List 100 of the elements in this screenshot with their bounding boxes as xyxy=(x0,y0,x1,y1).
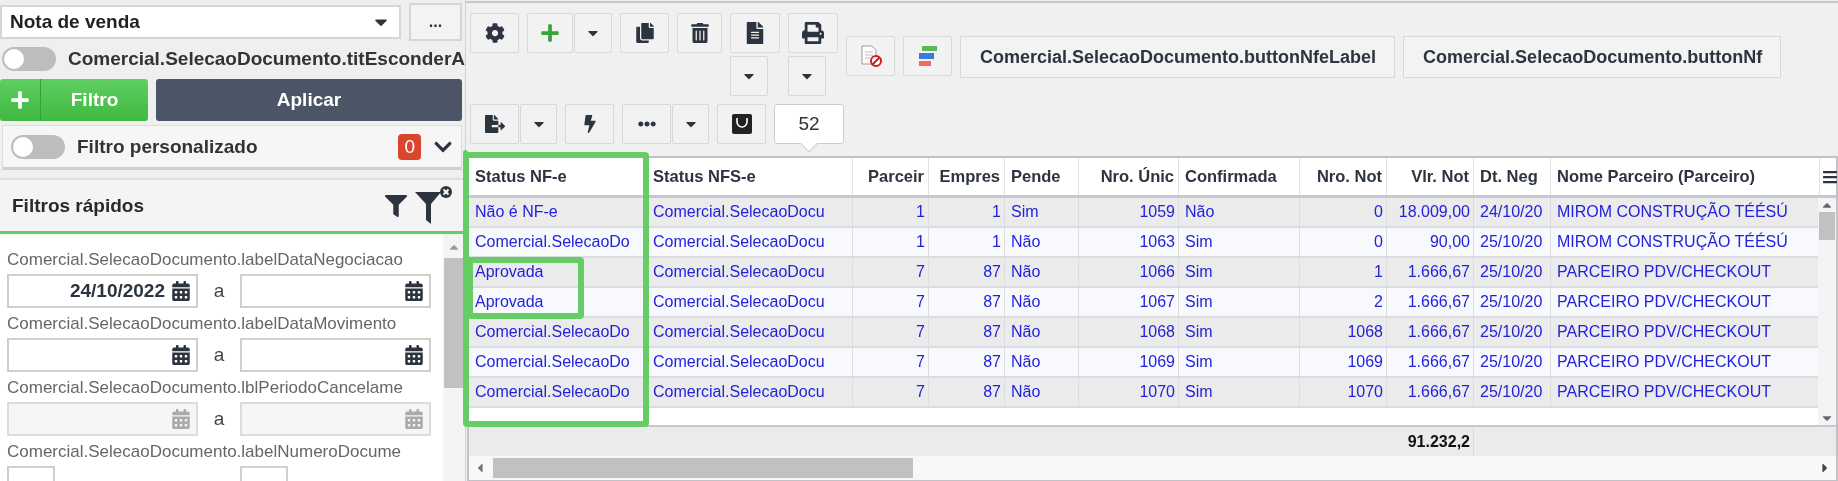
more-actions-button[interactable] xyxy=(622,104,671,144)
table-cell: 2 xyxy=(1300,288,1387,316)
table-cell: Sim xyxy=(1179,228,1300,256)
column-header[interactable]: Nome Parceiro (Parceiro) xyxy=(1551,158,1820,195)
more-button[interactable]: ... xyxy=(409,3,462,41)
table-cell: 1.666,67 xyxy=(1387,318,1474,346)
table-cell: Comercial.SelecaoDocu xyxy=(647,228,853,256)
table-cell: 18.009,00 xyxy=(1387,198,1474,226)
calendar-icon xyxy=(171,345,191,365)
date-field[interactable] xyxy=(240,274,431,308)
table-cell: Comercial.SelecaoDo xyxy=(469,378,647,406)
plus-icon xyxy=(10,90,30,110)
date-field[interactable] xyxy=(240,338,431,372)
column-header[interactable]: Pende xyxy=(1005,158,1079,195)
delete-button[interactable] xyxy=(677,13,722,53)
table-cell: 7 xyxy=(853,378,929,406)
scrollbar-thumb[interactable] xyxy=(444,258,464,388)
table-cell: Não xyxy=(1005,258,1079,286)
scrollbar[interactable] xyxy=(1818,198,1836,425)
horizontal-scrollbar[interactable] xyxy=(469,456,1836,480)
table-cell: 25/10/20 xyxy=(1474,378,1551,406)
cancel-document-button[interactable] xyxy=(846,36,895,76)
calendar-icon xyxy=(171,281,191,301)
table-cell: Sim xyxy=(1179,348,1300,376)
table-cell: 1070 xyxy=(1079,378,1179,406)
printer-icon xyxy=(802,22,824,44)
print-button[interactable] xyxy=(788,13,838,53)
table-cell: Comercial.SelecaoDo xyxy=(469,228,647,256)
table-cell: Não xyxy=(1005,318,1079,346)
layers-button[interactable] xyxy=(903,36,952,76)
field-label: Comercial.SelecaoDocumento.lblPeriodoCancelame xyxy=(7,378,404,398)
stacked-bars-icon xyxy=(916,45,939,67)
settings-button[interactable] xyxy=(470,13,519,53)
toolbar-button[interactable]: Comercial.SelecaoDocumento.buttonNfeLabel xyxy=(960,36,1396,78)
column-header[interactable]: Nro. Únic xyxy=(1079,158,1179,195)
table-cell: Não é NF-e xyxy=(469,198,647,226)
table-cell: 1.666,67 xyxy=(1387,258,1474,286)
table-cell: Não xyxy=(1005,348,1079,376)
field-label: Comercial.SelecaoDocumento.labelDataMovimento xyxy=(7,314,398,334)
document-button[interactable] xyxy=(730,13,780,53)
table-cell: 25/10/20 xyxy=(1474,318,1551,346)
column-header[interactable]: Empres xyxy=(929,158,1005,195)
export-button[interactable] xyxy=(470,104,519,144)
table-cell: Não xyxy=(1179,198,1300,226)
table-cell: 1069 xyxy=(1300,348,1387,376)
table-cell: 87 xyxy=(929,318,1005,346)
table-cell: 25/10/20 xyxy=(1474,288,1551,316)
table-cell: 0 xyxy=(1300,228,1387,256)
copy-button[interactable] xyxy=(620,13,669,53)
table-cell: 1068 xyxy=(1300,318,1387,346)
date-field[interactable] xyxy=(7,338,198,372)
column-header[interactable]: Dt. Neg xyxy=(1474,158,1551,195)
table-cell: Comercial.SelecaoDocu xyxy=(647,198,853,226)
table-cell: 1.666,67 xyxy=(1387,288,1474,316)
bag-button[interactable] xyxy=(717,104,766,144)
table-cell: 90,00 xyxy=(1387,228,1474,256)
table-cell: Comercial.SelecaoDocu xyxy=(647,258,853,286)
table-cell: Comercial.SelecaoDocu xyxy=(647,288,853,316)
column-header[interactable]: Vlr. Not xyxy=(1387,158,1474,195)
menu-icon[interactable] xyxy=(1822,168,1838,185)
column-header[interactable]: Confirmada xyxy=(1179,158,1300,195)
document-cancel-icon xyxy=(858,45,883,67)
scrollbar[interactable] xyxy=(443,234,465,481)
table-cell: Comercial.SelecaoDocu xyxy=(647,318,853,346)
scrollbar-thumb[interactable] xyxy=(493,458,913,478)
settings-icon xyxy=(484,23,505,43)
date-field[interactable]: 24/10/2022 xyxy=(7,274,198,308)
bag-icon xyxy=(730,113,753,135)
date-field[interactable] xyxy=(240,402,431,436)
table-cell: Comercial.SelecaoDocu xyxy=(647,348,853,376)
column-header[interactable]: Nro. Not xyxy=(1300,158,1387,195)
table-cell: 1 xyxy=(929,198,1005,226)
filter-icon[interactable] xyxy=(385,194,407,217)
column-header[interactable]: Parceir xyxy=(853,158,929,195)
field-label: Comercial.SelecaoDocumento.labelDataNegociacao xyxy=(7,250,404,270)
table-cell: 1070 xyxy=(1300,378,1387,406)
table-cell: 24/10/20 xyxy=(1474,198,1551,226)
table-cell: 25/10/20 xyxy=(1474,348,1551,376)
file-export-icon xyxy=(484,114,505,134)
toolbar-button[interactable]: Comercial.SelecaoDocumento.buttonNf xyxy=(1403,36,1782,78)
copy-icon xyxy=(634,23,655,43)
column-header[interactable]: Status NF-e xyxy=(469,158,647,195)
toggle-switch[interactable] xyxy=(11,134,65,159)
table-cell: Sim xyxy=(1179,378,1300,406)
table-cell: 1 xyxy=(929,228,1005,256)
table-cell: Comercial.SelecaoDocu xyxy=(647,378,853,406)
action-button[interactable] xyxy=(565,104,614,144)
table-cell: Comercial.SelecaoDo xyxy=(469,318,647,346)
column-header[interactable]: Status NFS-e xyxy=(647,158,853,195)
add-button[interactable] xyxy=(527,13,573,53)
trash-icon xyxy=(689,23,710,43)
table-cell: 1068 xyxy=(1079,318,1179,346)
table-cell: 7 xyxy=(853,258,929,286)
toggle-switch[interactable] xyxy=(2,47,56,71)
table-cell: Comercial.SelecaoDo xyxy=(469,348,647,376)
table-cell: 7 xyxy=(853,318,929,346)
field-label: Comercial.SelecaoDocumento.labelNumeroDocume xyxy=(7,442,402,462)
document-type-select[interactable]: Nota de venda xyxy=(0,5,401,39)
apply-button[interactable]: Aplicar xyxy=(156,79,462,121)
scrollbar-thumb[interactable] xyxy=(1819,212,1835,240)
